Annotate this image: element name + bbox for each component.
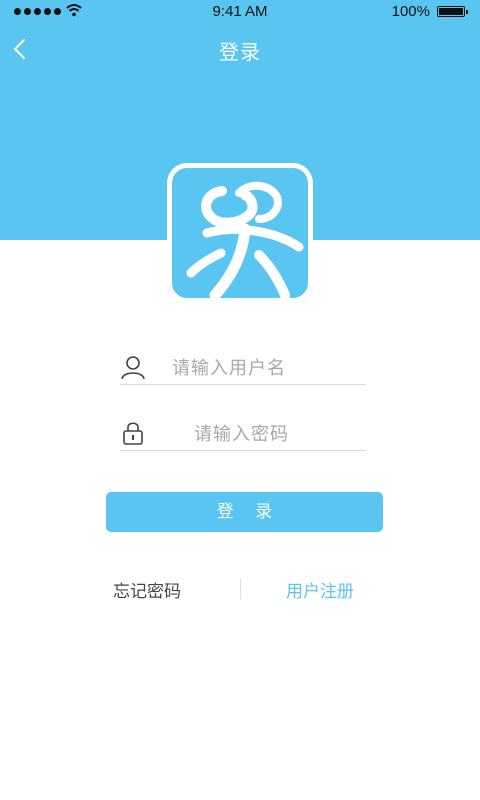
link-divider — [240, 579, 241, 599]
password-input[interactable] — [192, 418, 370, 450]
battery-percent: 100% — [391, 3, 430, 20]
lock-icon — [123, 422, 143, 445]
user-icon — [121, 356, 145, 380]
auth-links: 忘记密码 用户注册 — [0, 577, 480, 602]
forgot-password-link[interactable]: 忘记密码 — [113, 577, 181, 602]
username-field — [120, 352, 370, 385]
username-input[interactable] — [170, 352, 370, 384]
battery-icon — [437, 6, 468, 17]
page-title: 登录 — [219, 40, 261, 64]
status-bar: 9:41 AM 100% — [0, 0, 480, 24]
login-button[interactable]: 登 录 — [106, 492, 383, 532]
password-field — [120, 418, 370, 451]
app-logo — [167, 163, 313, 303]
navbar: 登录 — [0, 24, 480, 76]
register-link[interactable]: 用户注册 — [286, 577, 354, 602]
